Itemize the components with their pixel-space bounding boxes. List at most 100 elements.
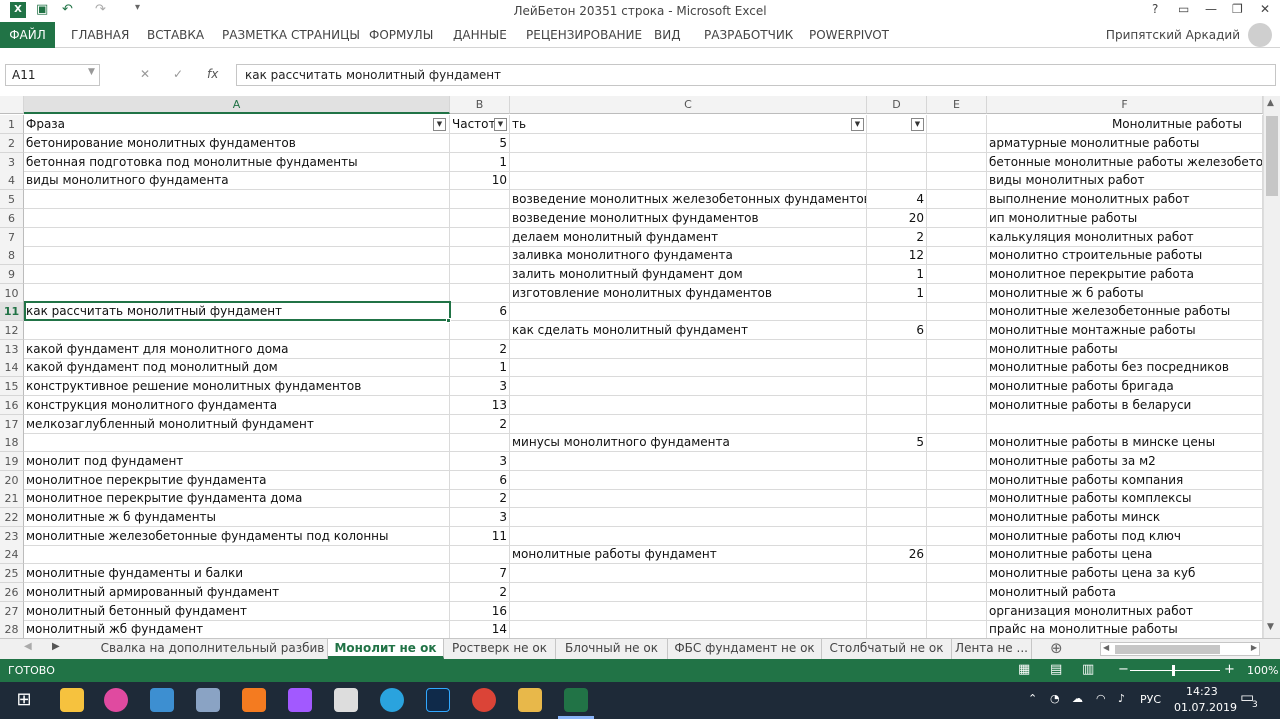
row-header[interactable]: 8 (0, 246, 24, 266)
cell-c[interactable]: минусы монолитного фундамента (510, 433, 867, 453)
cell-d[interactable] (867, 414, 927, 434)
sheet-tab-active[interactable]: Монолит не ок (328, 639, 444, 659)
cell-e[interactable] (927, 545, 987, 565)
cell-d[interactable]: 1 (867, 283, 927, 303)
row-header[interactable]: 27 (0, 601, 24, 621)
formula-input[interactable]: как рассчитать монолитный фундамент (236, 64, 1276, 86)
cell-f[interactable]: прайс на монолитные работы (987, 620, 1263, 638)
language-indicator[interactable]: РУС (1140, 693, 1161, 706)
cell-d[interactable]: 1 (867, 264, 927, 284)
cell-a[interactable]: монолитные фундаменты и балки (24, 564, 450, 584)
filter-dropdown-icon[interactable]: ▼ (911, 118, 924, 131)
sheet-tab[interactable]: Лента не ... (952, 639, 1032, 659)
cell-c[interactable] (510, 508, 867, 527)
scroll-thumb[interactable] (1266, 116, 1278, 196)
cell-a[interactable]: виды монолитного фундамента (24, 171, 450, 191)
cell-a[interactable]: монолитные железобетонные фундаменты под… (24, 526, 450, 546)
row-header[interactable]: 9 (0, 264, 24, 284)
cell-e[interactable] (927, 264, 987, 284)
column-header-f[interactable]: F (987, 96, 1263, 114)
cell-d[interactable] (867, 451, 927, 471)
tab-data[interactable]: ДАННЫЕ (453, 28, 507, 42)
cell-e[interactable] (927, 377, 987, 397)
cell-c[interactable]: изготовление монолитных фундаментов (510, 283, 867, 303)
row-header[interactable]: 20 (0, 470, 24, 490)
tab-formulas[interactable]: ФОРМУЛЫ (369, 28, 433, 42)
cell-d[interactable] (867, 489, 927, 509)
cell-c[interactable]: возведение монолитных фундаментов (510, 208, 867, 228)
cell-a[interactable]: какой фундамент для монолитного дома (24, 339, 450, 359)
cell-d[interactable] (867, 601, 927, 621)
cell-c[interactable]: залить монолитный фундамент дом (510, 264, 867, 284)
tab-developer[interactable]: РАЗРАБОТЧИК (704, 28, 793, 42)
cell-f[interactable]: арматурные монолитные работы (987, 134, 1263, 153)
cell-c[interactable] (510, 414, 867, 434)
clock-date[interactable]: 01.07.2019 (1174, 701, 1237, 714)
cell-a[interactable]: монолитный жб фундамент (24, 620, 450, 638)
cell-b[interactable]: 2 (450, 339, 510, 359)
header-cell-f[interactable]: Монолитные работы (987, 115, 1263, 134)
cell-a[interactable]: монолит под фундамент (24, 451, 450, 471)
row-header[interactable]: 23 (0, 526, 24, 546)
cell-e[interactable] (927, 433, 987, 453)
zoom-level[interactable]: 100% (1247, 664, 1278, 677)
cell-f[interactable]: монолитные работы цена за куб (987, 564, 1263, 584)
row-header[interactable]: 3 (0, 152, 24, 172)
cell-c[interactable]: как сделать монолитный фундамент (510, 321, 867, 340)
cell-f[interactable]: монолитные ж б работы (987, 283, 1263, 303)
cell-b[interactable]: 3 (450, 508, 510, 527)
cell-c[interactable]: монолитные работы фундамент (510, 545, 867, 565)
tab-file[interactable]: ФАЙЛ (0, 22, 55, 48)
name-box[interactable]: A11 (5, 64, 100, 86)
cell-e[interactable] (927, 358, 987, 378)
cell-a[interactable] (24, 321, 450, 340)
app-icon[interactable] (150, 688, 174, 712)
chrome-icon[interactable] (472, 688, 496, 712)
row-header[interactable]: 15 (0, 377, 24, 397)
ribbon-display-icon[interactable]: ▭ (1178, 2, 1189, 16)
cell-f[interactable]: монолитные работы компания (987, 470, 1263, 490)
sheet-tab[interactable]: Свалка на дополнительный разбив (98, 639, 328, 659)
cell-f[interactable]: монолитные работы без посредников (987, 358, 1263, 378)
cell-c[interactable] (510, 620, 867, 638)
cell-b[interactable] (450, 246, 510, 266)
cell-c[interactable] (510, 564, 867, 584)
cell-e[interactable] (927, 208, 987, 228)
cell-a[interactable]: монолитное перекрытие фундамента (24, 470, 450, 490)
scroll-thumb[interactable] (1115, 645, 1220, 654)
cell-c[interactable] (510, 395, 867, 415)
page-layout-view-icon[interactable]: ▤ (1050, 662, 1062, 677)
cell-f[interactable]: выполнение монолитных работ (987, 190, 1263, 210)
zoom-slider-thumb[interactable] (1172, 665, 1175, 676)
row-header[interactable]: 10 (0, 283, 24, 303)
cell-f[interactable]: монолитные работы за м2 (987, 451, 1263, 471)
cell-e[interactable] (927, 582, 987, 602)
paint-icon[interactable] (196, 688, 220, 712)
cell-d[interactable] (867, 377, 927, 397)
cell-a[interactable]: конструктивное решение монолитных фундам… (24, 377, 450, 397)
cell-a[interactable]: какой фундамент под монолитный дом (24, 358, 450, 378)
cell-a[interactable] (24, 264, 450, 284)
cell-e[interactable] (927, 302, 987, 322)
cell-b[interactable] (450, 227, 510, 247)
insert-function-icon[interactable]: fx (207, 67, 218, 81)
cell-e[interactable] (927, 152, 987, 172)
row-header[interactable]: 22 (0, 508, 24, 527)
cell-e[interactable] (927, 620, 987, 638)
cell-c[interactable] (510, 601, 867, 621)
cell-f[interactable]: монолитно строительные работы (987, 246, 1263, 266)
cell-b[interactable]: 7 (450, 564, 510, 584)
zoom-out-icon[interactable]: − (1118, 662, 1129, 677)
cell-e[interactable] (927, 470, 987, 490)
sheet-tab[interactable]: Столбчатый не ок (822, 639, 952, 659)
header-cell-a[interactable]: Фраза (24, 115, 450, 134)
cell-d[interactable]: 20 (867, 208, 927, 228)
cell-b[interactable] (450, 190, 510, 210)
cell-c[interactable]: возведение монолитных железобетонных фун… (510, 190, 867, 210)
photoshop-icon[interactable] (426, 688, 450, 712)
cell-a[interactable] (24, 545, 450, 565)
scroll-down-icon[interactable]: ▼ (1267, 622, 1274, 632)
cell-e[interactable] (927, 601, 987, 621)
cell-a[interactable]: как рассчитать монолитный фундамент (24, 302, 450, 322)
cell-c[interactable]: делаем монолитный фундамент (510, 227, 867, 247)
